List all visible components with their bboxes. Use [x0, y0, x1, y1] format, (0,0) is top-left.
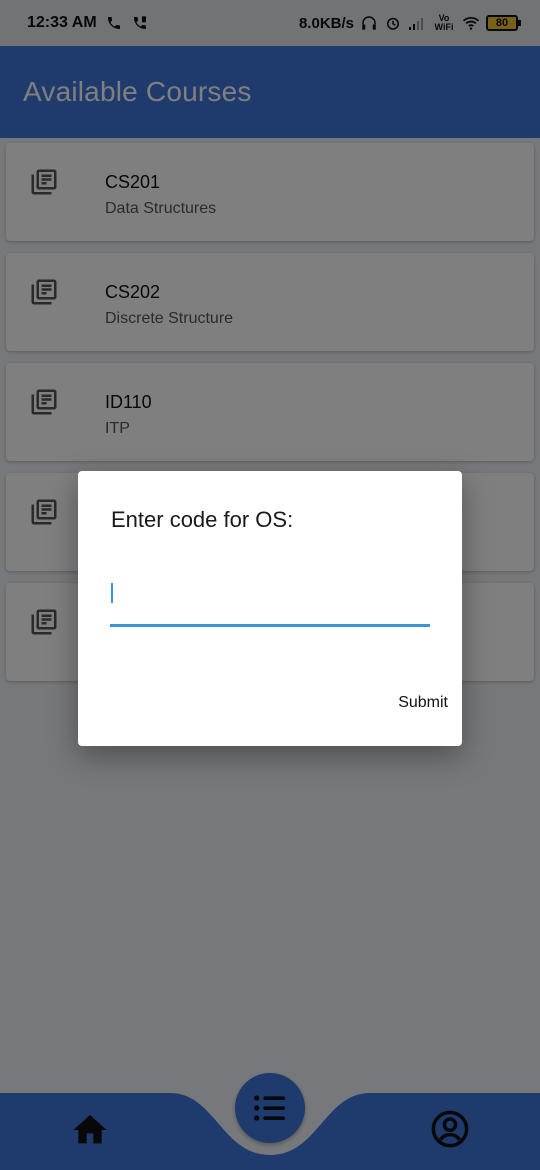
code-input[interactable]: [110, 575, 430, 627]
text-cursor: [111, 583, 113, 603]
dialog-title: Enter code for OS:: [111, 507, 294, 532]
submit-button[interactable]: Submit: [368, 685, 448, 721]
enter-code-dialog: Enter code for OS: Submit: [78, 471, 462, 746]
